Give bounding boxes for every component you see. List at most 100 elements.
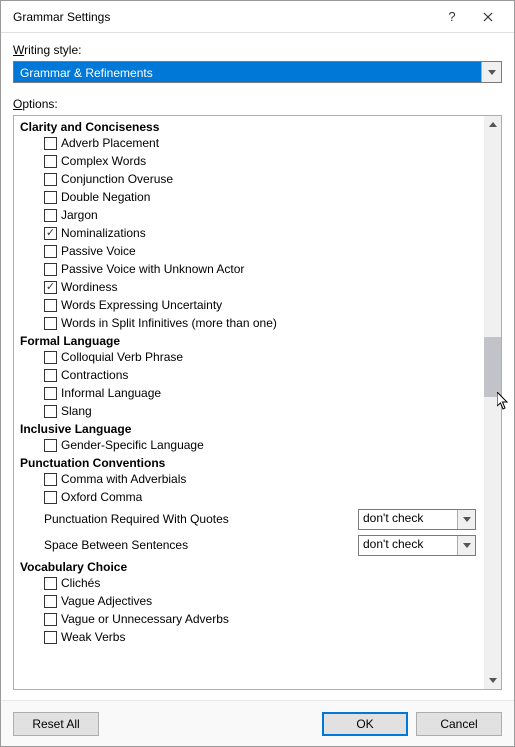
checkbox-label: Passive Voice [61, 242, 136, 260]
checkbox-label: Nominalizations [61, 224, 146, 242]
checkbox-label: Comma with Adverbials [61, 470, 186, 488]
checkbox-label: Informal Language [61, 384, 161, 402]
scrollbar-track[interactable] [484, 133, 501, 672]
checkbox-label: Gender-Specific Language [61, 436, 204, 454]
checkbox[interactable] [44, 263, 57, 276]
checkbox-row[interactable]: Weak Verbs [18, 628, 480, 646]
scroll-down-button[interactable] [484, 672, 501, 689]
select-row: Punctuation Required With Quotesdon't ch… [18, 506, 480, 532]
chevron-down-icon [457, 536, 475, 555]
close-button[interactable] [470, 3, 506, 31]
checkbox-row[interactable]: Slang [18, 402, 480, 420]
checkbox[interactable] [44, 245, 57, 258]
checkbox-row[interactable]: Contractions [18, 366, 480, 384]
writing-style-dropdown[interactable]: Grammar & Refinements [13, 61, 502, 83]
checkbox-row[interactable]: Adverb Placement [18, 134, 480, 152]
checkbox-label: Colloquial Verb Phrase [61, 348, 183, 366]
checkbox-label: Oxford Comma [61, 488, 142, 506]
cancel-button[interactable]: Cancel [416, 712, 502, 736]
checkbox-label: Words in Split Infinitives (more than on… [61, 314, 277, 332]
checkbox[interactable] [44, 137, 57, 150]
scroll-up-button[interactable] [484, 116, 501, 133]
checkbox-row[interactable]: Vague Adjectives [18, 592, 480, 610]
scrollbar-thumb[interactable] [484, 337, 501, 397]
checkbox[interactable] [44, 317, 57, 330]
checkbox[interactable] [44, 439, 57, 452]
checkbox[interactable] [44, 369, 57, 382]
dialog-body: Writing style: Grammar & Refinements Opt… [1, 33, 514, 700]
checkbox-row[interactable]: Complex Words [18, 152, 480, 170]
group-header: Formal Language [18, 332, 480, 348]
checkbox-row[interactable]: Passive Voice [18, 242, 480, 260]
checkbox-row[interactable]: Words in Split Infinitives (more than on… [18, 314, 480, 332]
checkbox[interactable] [44, 191, 57, 204]
select-row: Space Between Sentencesdon't check [18, 532, 480, 558]
checkbox[interactable] [44, 299, 57, 312]
checkbox[interactable] [44, 613, 57, 626]
select-value: don't check [359, 536, 457, 555]
options-label: Options: [13, 97, 502, 111]
checkbox[interactable] [44, 631, 57, 644]
options-list: Clarity and ConcisenessAdverb PlacementC… [14, 116, 484, 689]
checkbox[interactable] [44, 173, 57, 186]
group-header: Punctuation Conventions [18, 454, 480, 470]
checkbox-label: Adverb Placement [61, 134, 159, 152]
writing-style-value: Grammar & Refinements [14, 62, 481, 82]
checkbox-row[interactable]: Colloquial Verb Phrase [18, 348, 480, 366]
checkbox-label: Complex Words [61, 152, 146, 170]
checkbox[interactable] [44, 281, 57, 294]
checkbox-label: Weak Verbs [61, 628, 125, 646]
checkbox-row[interactable]: Nominalizations [18, 224, 480, 242]
checkbox-label: Conjunction Overuse [61, 170, 173, 188]
select-dropdown[interactable]: don't check [358, 509, 476, 530]
checkbox-label: Clichés [61, 574, 100, 592]
checkbox-row[interactable]: Passive Voice with Unknown Actor [18, 260, 480, 278]
select-dropdown[interactable]: don't check [358, 535, 476, 556]
chevron-down-icon [489, 678, 497, 683]
checkbox[interactable] [44, 595, 57, 608]
checkbox-row[interactable]: Clichés [18, 574, 480, 592]
checkbox-row[interactable]: Conjunction Overuse [18, 170, 480, 188]
reset-all-button[interactable]: Reset All [13, 712, 99, 736]
chevron-down-icon [457, 510, 475, 529]
checkbox[interactable] [44, 209, 57, 222]
checkbox[interactable] [44, 577, 57, 590]
checkbox[interactable] [44, 351, 57, 364]
group-header: Inclusive Language [18, 420, 480, 436]
checkbox-label: Wordiness [61, 278, 117, 296]
options-panel: Clarity and ConcisenessAdverb PlacementC… [13, 115, 502, 690]
checkbox-row[interactable]: Wordiness [18, 278, 480, 296]
checkbox-label: Double Negation [61, 188, 150, 206]
checkbox[interactable] [44, 227, 57, 240]
scrollbar[interactable] [484, 116, 501, 689]
checkbox[interactable] [44, 491, 57, 504]
checkbox-row[interactable]: Gender-Specific Language [18, 436, 480, 454]
dialog-title: Grammar Settings [13, 10, 434, 24]
grammar-settings-dialog: Grammar Settings ? Writing style: Gramma… [0, 0, 515, 747]
checkbox[interactable] [44, 387, 57, 400]
group-header: Vocabulary Choice [18, 558, 480, 574]
select-value: don't check [359, 510, 457, 529]
checkbox-row[interactable]: Oxford Comma [18, 488, 480, 506]
chevron-down-icon [481, 62, 501, 82]
ok-button[interactable]: OK [322, 712, 408, 736]
checkbox-row[interactable]: Jargon [18, 206, 480, 224]
checkbox-row[interactable]: Double Negation [18, 188, 480, 206]
checkbox[interactable] [44, 405, 57, 418]
select-label: Space Between Sentences [44, 538, 358, 552]
titlebar: Grammar Settings ? [1, 1, 514, 33]
help-button[interactable]: ? [434, 3, 470, 31]
checkbox-row[interactable]: Vague or Unnecessary Adverbs [18, 610, 480, 628]
writing-style-label: Writing style: [13, 43, 502, 57]
checkbox-label: Slang [61, 402, 92, 420]
checkbox-label: Words Expressing Uncertainty [61, 296, 222, 314]
chevron-up-icon [489, 122, 497, 127]
dialog-footer: Reset All OK Cancel [1, 700, 514, 746]
checkbox-label: Passive Voice with Unknown Actor [61, 260, 244, 278]
checkbox-row[interactable]: Words Expressing Uncertainty [18, 296, 480, 314]
checkbox-label: Contractions [61, 366, 128, 384]
checkbox-row[interactable]: Informal Language [18, 384, 480, 402]
checkbox[interactable] [44, 473, 57, 486]
checkbox[interactable] [44, 155, 57, 168]
checkbox-row[interactable]: Comma with Adverbials [18, 470, 480, 488]
